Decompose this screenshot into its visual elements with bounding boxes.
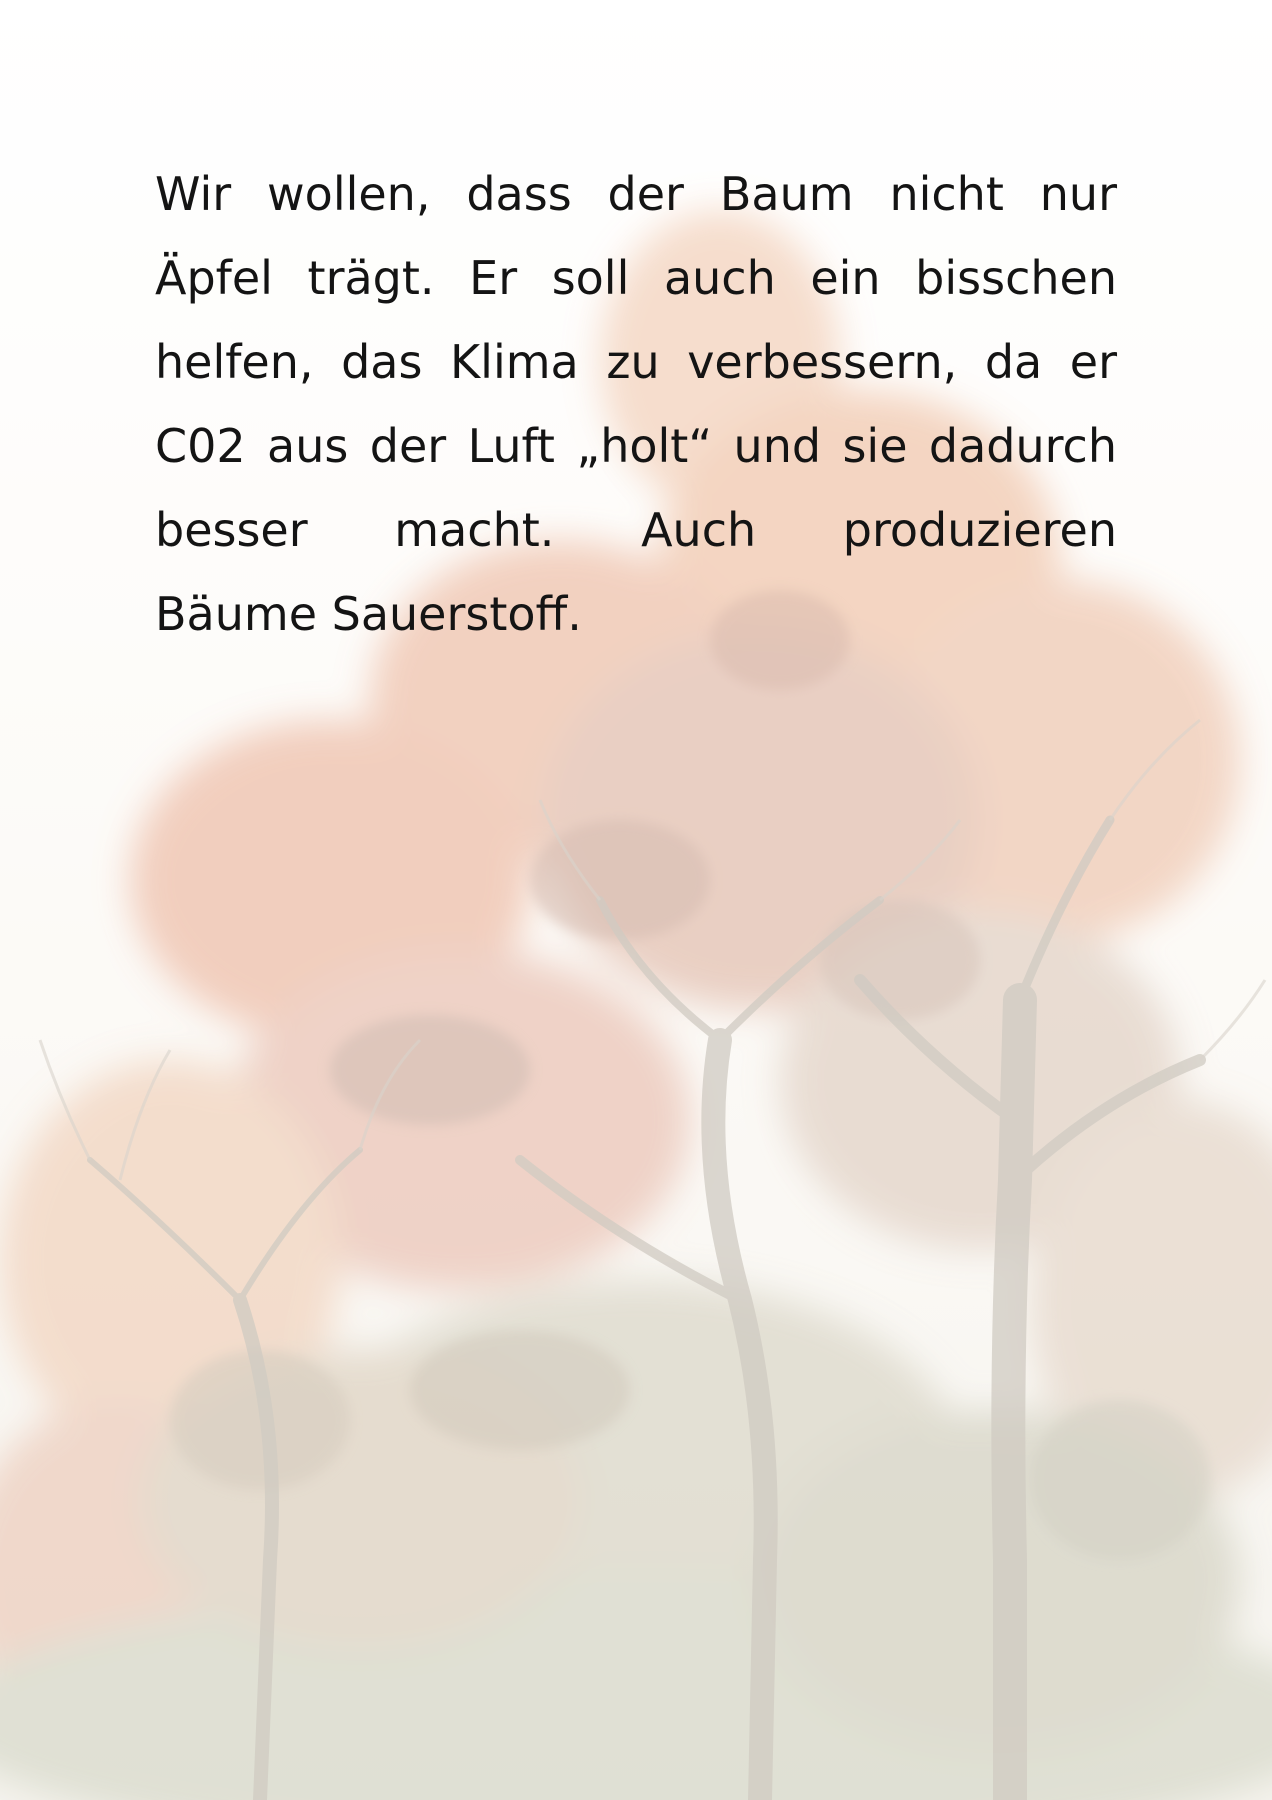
body-paragraph: Wir wollen, dass der Baum nicht nur Äpfe…	[155, 152, 1117, 656]
paragraph-line: besser macht. Auch produzieren	[155, 503, 1117, 557]
paragraph-line: Äpfel trägt. Er soll auch ein bisschen	[155, 251, 1117, 305]
paragraph-line: Bäume Sauerstoff.	[155, 587, 582, 641]
paragraph-line: C02 aus der Luft „holt“ und sie dadurch	[155, 419, 1117, 473]
paragraph-line: Wir wollen, dass der Baum nicht nur	[155, 167, 1117, 221]
paragraph-line: helfen, das Klima zu verbessern, da er	[155, 335, 1117, 389]
document-page: Wir wollen, dass der Baum nicht nur Äpfe…	[0, 0, 1272, 1800]
